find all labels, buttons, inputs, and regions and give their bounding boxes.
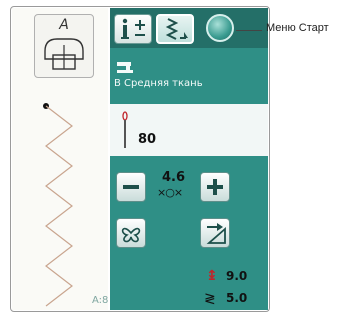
width-decrease-button[interactable] (116, 172, 146, 202)
stitch-length-value: 9.0 (226, 269, 248, 283)
callout-line (236, 30, 262, 31)
info-tab[interactable] (114, 14, 152, 44)
stitch-settings-tab[interactable] (156, 14, 194, 44)
width-increase-button[interactable] (200, 172, 230, 202)
stitch-width-symbol: ×○× (157, 186, 183, 199)
start-menu-callout-label: Меню Старт (266, 22, 329, 34)
stitch-settings-icon (165, 18, 188, 40)
plus-icon (207, 179, 223, 195)
fabric-type-label: В Средняя ткань (114, 78, 203, 89)
mirror-stitch-button[interactable] (116, 218, 146, 248)
stitch-parameters: ↨ 9.0 ≷ 5.0 (110, 266, 268, 310)
mirror-stitch-icon (121, 227, 141, 243)
stitch-density-value: 5.0 (226, 291, 248, 305)
needle-icon (122, 111, 128, 148)
stitch-preview-area: A A:8 (12, 8, 108, 310)
stitch-length-icon: ↨ (206, 268, 218, 284)
needle-info: 80 (110, 104, 268, 156)
reverse-stitch-icon (206, 223, 226, 244)
stitch-density-icon: ≷ (204, 291, 216, 307)
info-plus-icon (121, 18, 145, 39)
start-menu-button[interactable] (206, 14, 234, 42)
zigzag-stitch-preview (43, 103, 73, 307)
fabric-selection[interactable]: В Средняя ткань (110, 50, 268, 102)
stitch-controls: 4.6 ×○× ↨ 9.0 ≷ 5.0 (110, 158, 268, 310)
reverse-stitch-button[interactable] (200, 218, 230, 248)
stitch-code: A:8 (92, 295, 109, 306)
top-toolbar (110, 8, 268, 48)
settings-panel: В Средняя ткань 80 4.6 ×○× ↨ 9.0 ≷ 5.0 (110, 8, 268, 310)
stitch-width-value: 4.6 (162, 170, 186, 185)
minus-icon (123, 185, 139, 189)
needle-size-value: 80 (138, 132, 157, 147)
sewing-machine-icon (117, 62, 133, 73)
